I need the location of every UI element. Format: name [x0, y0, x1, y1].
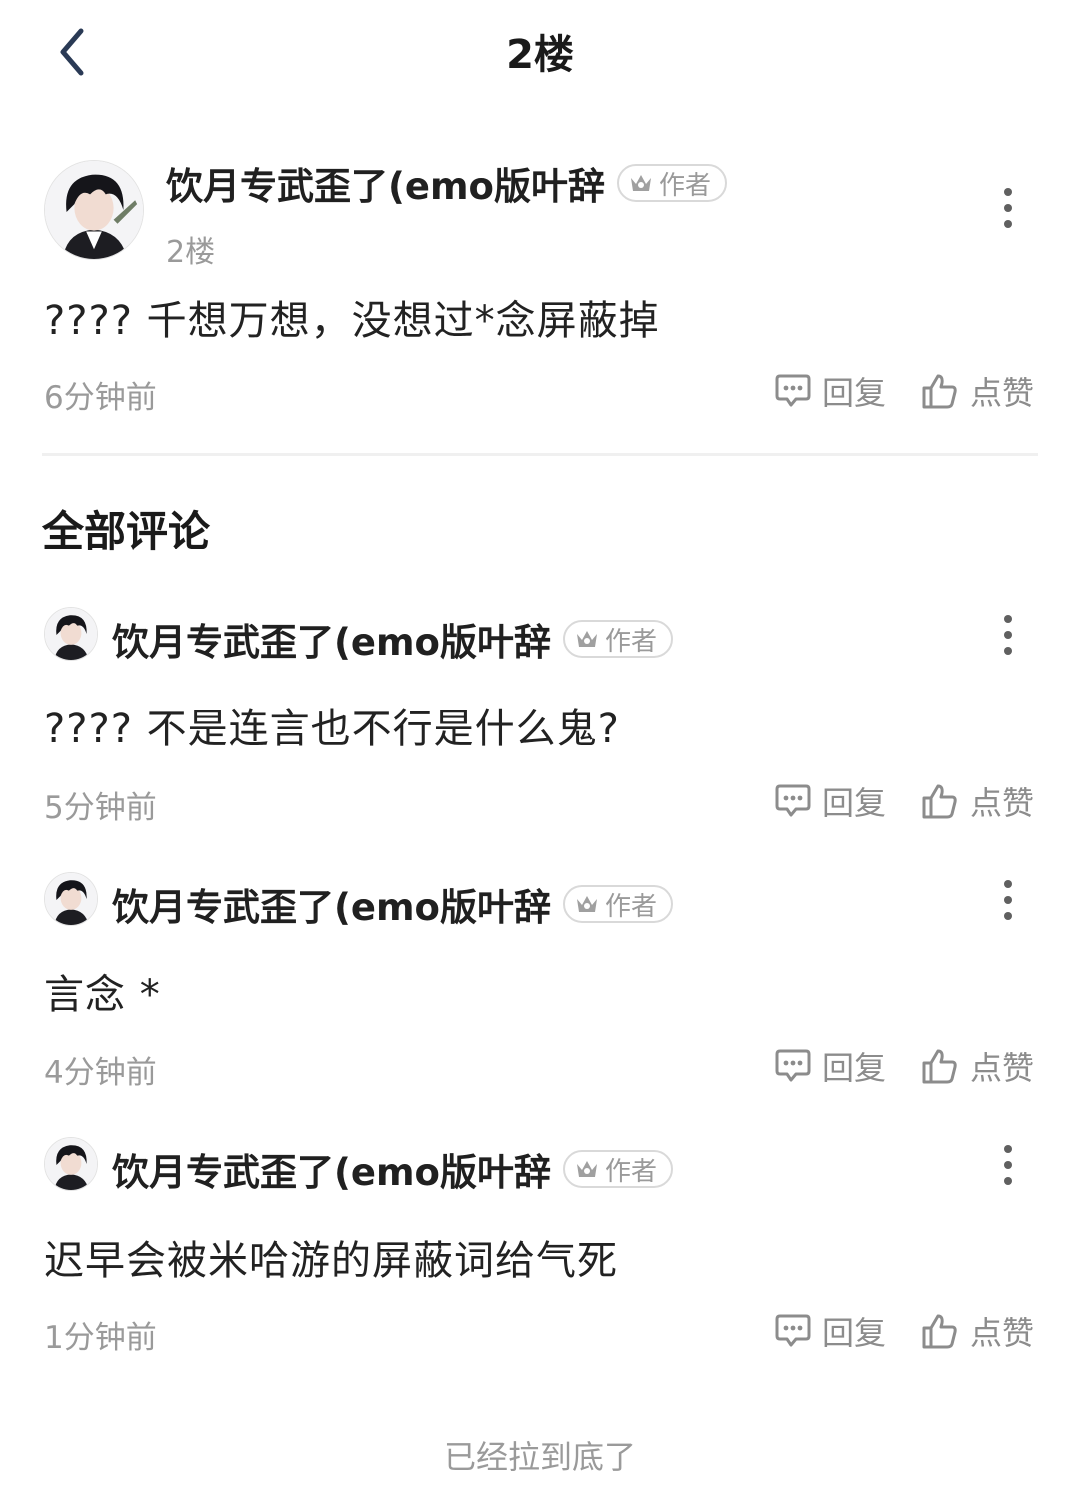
comment-content: 迟早会被米哈游的屏蔽词给气死: [44, 1238, 618, 1284]
comment-time: 5分钟前: [44, 790, 157, 826]
author-name[interactable]: 饮月专武歪了(emo版叶辞: [112, 612, 551, 666]
author-name[interactable]: 饮月专武歪了(emo版叶辞: [166, 156, 605, 210]
like-button[interactable]: 点赞: [920, 1043, 1034, 1089]
comment-bubble-icon: [775, 374, 811, 407]
comment-bubble-icon: [775, 784, 811, 817]
like-label: 点赞: [970, 1314, 1035, 1352]
more-button[interactable]: [998, 615, 1018, 655]
author-name[interactable]: 饮月专武歪了(emo版叶辞: [112, 1142, 551, 1196]
reply-label: 回复: [822, 1314, 887, 1352]
end-of-list-text: 已经拉到底了: [443, 1438, 636, 1476]
reply-button[interactable]: 回复: [774, 368, 886, 414]
author-badge: 作者: [562, 885, 673, 923]
reply-button[interactable]: 回复: [774, 1308, 886, 1354]
more-button[interactable]: [998, 188, 1018, 228]
thumbs-up-icon: [922, 784, 957, 819]
like-label: 点赞: [970, 374, 1035, 412]
reply-button[interactable]: 回复: [774, 1043, 886, 1089]
thumbs-up-icon: [922, 1314, 957, 1349]
like-label: 点赞: [970, 1049, 1035, 1087]
floor-label: 2楼: [166, 235, 216, 270]
author-badge: 作者: [562, 1150, 673, 1188]
crown-icon: [576, 1161, 597, 1177]
more-vertical-icon: [1004, 1145, 1012, 1153]
thumbs-up-icon: [922, 374, 957, 409]
comment-content: ???? 不是连言也不行是什么鬼?: [44, 706, 620, 752]
comments-section-title: 全部评论: [42, 507, 211, 556]
avatar[interactable]: [44, 1137, 98, 1191]
avatar[interactable]: [44, 160, 144, 260]
badge-label: 作者: [604, 1156, 657, 1187]
more-vertical-icon: [1004, 880, 1012, 888]
crown-icon: [576, 896, 597, 912]
reply-label: 回复: [822, 374, 887, 412]
reply-button[interactable]: 回复: [774, 778, 886, 824]
comment-bubble-icon: [775, 1049, 811, 1082]
crown-icon: [630, 175, 651, 191]
author-badge: 作者: [562, 620, 673, 658]
badge-label: 作者: [658, 170, 711, 201]
like-button[interactable]: 点赞: [920, 1308, 1034, 1354]
like-button[interactable]: 点赞: [920, 778, 1034, 824]
badge-label: 作者: [604, 891, 657, 922]
author-name[interactable]: 饮月专武歪了(emo版叶辞: [112, 877, 551, 931]
more-button[interactable]: [998, 880, 1018, 920]
comment-time: 1分钟前: [44, 1320, 157, 1356]
post-time: 6分钟前: [44, 380, 157, 416]
avatar[interactable]: [44, 607, 98, 661]
reply-label: 回复: [822, 1049, 887, 1087]
like-button[interactable]: 点赞: [920, 368, 1034, 414]
badge-label: 作者: [604, 626, 657, 657]
comment-content: 言念 *: [44, 972, 161, 1018]
thumbs-up-icon: [922, 1049, 957, 1084]
more-button[interactable]: [998, 1145, 1018, 1185]
avatar-image: [45, 161, 143, 259]
like-label: 点赞: [970, 784, 1035, 822]
more-vertical-icon: [1004, 188, 1012, 196]
reply-label: 回复: [822, 784, 887, 822]
comment-time: 4分钟前: [44, 1055, 157, 1091]
page-title: 2楼: [506, 32, 574, 78]
divider: [42, 453, 1038, 456]
comment-bubble-icon: [775, 1314, 811, 1347]
crown-icon: [576, 631, 597, 647]
author-badge: 作者: [616, 164, 727, 202]
more-vertical-icon: [1004, 615, 1012, 623]
post-content: ???? 千想万想，没想过*念屏蔽掉: [44, 298, 660, 344]
avatar[interactable]: [44, 872, 98, 926]
